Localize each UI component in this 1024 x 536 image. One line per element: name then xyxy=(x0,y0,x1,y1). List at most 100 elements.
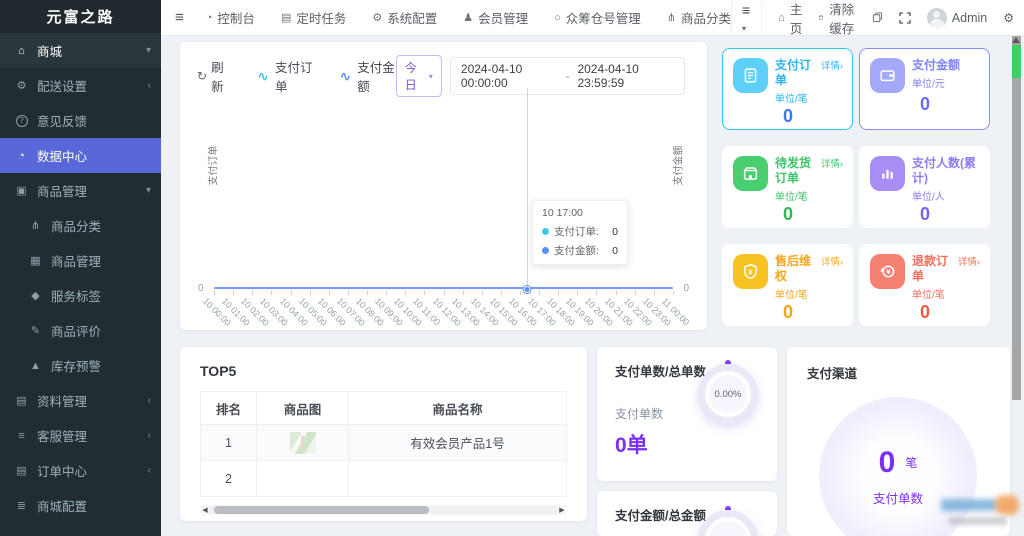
stat-card-after-sale: ¥售后维权详情›单位/笔0 xyxy=(722,244,853,326)
chevron-left-icon: ‹ xyxy=(148,395,151,406)
copy-icon xyxy=(872,12,883,23)
top5-row: 2 xyxy=(201,461,567,497)
date-start: 2024-04-10 00:00:00 xyxy=(461,62,558,90)
copy-page-button[interactable] xyxy=(872,12,883,23)
stat-card-detail-link[interactable]: 详情› xyxy=(818,58,843,72)
sidebar-item-stock-warning[interactable]: ▲库存预警 xyxy=(0,348,161,383)
nav-item-goods-category[interactable]: ⋔ 商品分类 xyxy=(667,8,731,27)
tooltip-series-value: 0 xyxy=(612,226,618,238)
stat-card-detail-link[interactable]: 详情› xyxy=(955,254,980,268)
sidebar-item-material-manage[interactable]: ▤资料管理‹ xyxy=(0,383,161,418)
sidebar-item-goods-manage[interactable]: ▣商品管理▾ xyxy=(0,173,161,208)
stat-card-unit: 单位/人 xyxy=(912,188,980,203)
tooltip-time: 10 17:00 xyxy=(542,207,618,219)
nav-item-member-manage[interactable]: ♟会员管理 xyxy=(463,8,528,27)
sidebar-item-feedback[interactable]: ?意见反馈 xyxy=(0,103,161,138)
top5-header-row: 排名商品图商品名称 xyxy=(201,392,567,425)
tooltip-series-value: 0 xyxy=(612,245,618,257)
gear-icon: ⚙ xyxy=(1003,11,1014,25)
sidebar-item-shop[interactable]: ⌂商城▾ xyxy=(0,33,161,68)
top5-name-cell: 有效会员产品1号 xyxy=(349,425,567,461)
fullscreen-button[interactable] xyxy=(899,12,911,24)
stat-card-unit: 单位/笔 xyxy=(775,188,843,203)
pay-channel-card: 支付渠道 0 笔 支付单数 xyxy=(787,347,1010,536)
refund-yuan-icon: ¥ xyxy=(870,254,905,289)
chart-bars-icon xyxy=(870,156,905,191)
chevron-left-icon: ‹ xyxy=(148,430,151,441)
user-menu[interactable]: Admin xyxy=(927,8,987,28)
chevron-right-icon: › xyxy=(840,159,843,170)
sidebar-item-customer-service[interactable]: ≡客服管理‹ xyxy=(0,418,161,453)
nav-item-crowdfund-manage[interactable]: ○ 众筹仓号管理 xyxy=(554,8,641,27)
doc-icon xyxy=(733,58,768,93)
channel-title: 支付渠道 xyxy=(807,363,990,382)
sidebar-item-label: 商品管理 xyxy=(51,251,101,270)
top-navbar: ≡ ◔控制台 ▤ 定时任务 ⚙系统配置 ♟会员管理 ○ 众筹仓号管理 ⋔ 商品分类 ≡ ▾ ⌂主… xyxy=(161,0,1024,36)
sidebar-menu: ⌂商城▾⚙配送设置‹?意见反馈◔数据中心▣商品管理▾⋔商品分类▦商品管理◆服务标… xyxy=(0,33,161,523)
sidebar-item-goods-review[interactable]: ✎商品评价 xyxy=(0,313,161,348)
chevron-down-icon: ▾ xyxy=(742,24,746,33)
horizontal-scrollbar[interactable]: ◀ ▶ xyxy=(200,505,567,515)
scrollbar-thumb[interactable] xyxy=(214,506,429,514)
file-icon: ▤ xyxy=(13,394,30,407)
nav-item-cron-tasks[interactable]: ▤ 定时任务 xyxy=(281,8,346,27)
scrollbar-track[interactable] xyxy=(210,506,557,514)
stat-card-title: 售后维权 xyxy=(775,254,818,284)
stat-card-unit: 单位/笔 xyxy=(912,286,980,301)
box-icon: ▣ xyxy=(13,184,30,197)
top5-table: 排名商品图商品名称 1有效会员产品1号2 xyxy=(200,391,567,497)
circle-icon: ○ xyxy=(554,12,561,24)
chevron-left-icon: ‹ xyxy=(148,465,151,476)
stat-card-detail-link[interactable]: 详情› xyxy=(818,254,843,268)
gear-icon: ⚙ xyxy=(372,11,382,24)
shield-yuan-icon: ¥ xyxy=(733,254,768,289)
sitemap-icon: ⋔ xyxy=(667,11,676,24)
stat-card-title: 待发货订单 xyxy=(775,156,818,186)
stat-card-unit: 单位/笔 xyxy=(775,286,843,301)
sidebar-item-goods-category[interactable]: ⋔商品分类 xyxy=(0,208,161,243)
nav-menu-dropdown[interactable]: ≡ ▾ xyxy=(731,2,762,34)
tag-icon: ◆ xyxy=(27,289,44,302)
stat-card-pay-amount: 支付金额单位/元0 xyxy=(859,48,990,130)
page-scrollbar-thumb[interactable] xyxy=(1012,45,1021,78)
wave-icon: ∿ xyxy=(257,68,269,85)
sidebar: 元富之路 ⌂商城▾⚙配送设置‹?意见反馈◔数据中心▣商品管理▾⋔商品分类▦商品管… xyxy=(0,0,161,536)
nav-item-label: 众筹仓号管理 xyxy=(566,8,641,27)
tooltip-series-label: 支付订单: xyxy=(554,224,599,239)
stat-card-detail-link[interactable]: 详情› xyxy=(818,156,843,170)
scroll-left-arrow-icon[interactable]: ◀ xyxy=(200,506,210,514)
series-line xyxy=(214,287,673,289)
sidebar-item-delivery-settings[interactable]: ⚙配送设置‹ xyxy=(0,68,161,103)
settings-button[interactable]: ⚙ xyxy=(1003,11,1014,25)
nav-item-label: 商品分类 xyxy=(681,8,731,27)
dashboard-page: 元富之路 ⌂商城▾⚙配送设置‹?意见反馈◔数据中心▣商品管理▾⋔商品分类▦商品管… xyxy=(0,0,1024,536)
top5-row: 1有效会员产品1号 xyxy=(201,425,567,461)
top5-col-header: 排名 xyxy=(201,392,257,425)
sidebar-item-goods-manage-sub[interactable]: ▦商品管理 xyxy=(0,243,161,278)
date-end: 2024-04-10 23:59:59 xyxy=(577,62,674,90)
nav-item-label: 定时任务 xyxy=(296,8,346,27)
home-link[interactable]: ⌂主页 xyxy=(778,0,802,37)
channel-label: 支付单数 xyxy=(873,488,923,507)
question-mark-glyph: ? xyxy=(16,115,28,127)
top-nav-items: ◔控制台 ▤ 定时任务 ⚙系统配置 ♟会员管理 ○ 众筹仓号管理 ⋔ 商品分类 xyxy=(206,8,731,27)
scroll-right-arrow-icon[interactable]: ▶ xyxy=(557,506,567,514)
sidebar-item-shop-config[interactable]: ≣商城配置 xyxy=(0,488,161,523)
axis-pointer-line xyxy=(527,88,528,289)
sidebar-item-data-center[interactable]: ◔数据中心 xyxy=(0,138,161,173)
top5-image-cell xyxy=(257,461,349,497)
nav-item-console[interactable]: ◔控制台 xyxy=(206,8,255,27)
stat-card-title: 支付人数(累计) xyxy=(912,156,980,186)
page-scrollbar-track[interactable] xyxy=(1012,36,1021,400)
home-icon: ⌂ xyxy=(13,45,30,57)
sidebar-toggle-icon[interactable]: ≡ xyxy=(161,9,198,26)
tasks-icon: ▤ xyxy=(281,11,291,24)
nav-item-system-config[interactable]: ⚙系统配置 xyxy=(372,8,437,27)
nav-item-label: 控制台 xyxy=(217,8,255,27)
sidebar-item-order-center[interactable]: ▤订单中心‹ xyxy=(0,453,161,488)
x-axis-tick xyxy=(673,291,674,295)
scroll-up-arrow-icon[interactable] xyxy=(1012,37,1020,43)
svg-text:¥: ¥ xyxy=(886,267,891,276)
sidebar-item-service-tags[interactable]: ◆服务标签 xyxy=(0,278,161,313)
clear-cache-button[interactable]: 清除缓存 xyxy=(818,0,855,37)
